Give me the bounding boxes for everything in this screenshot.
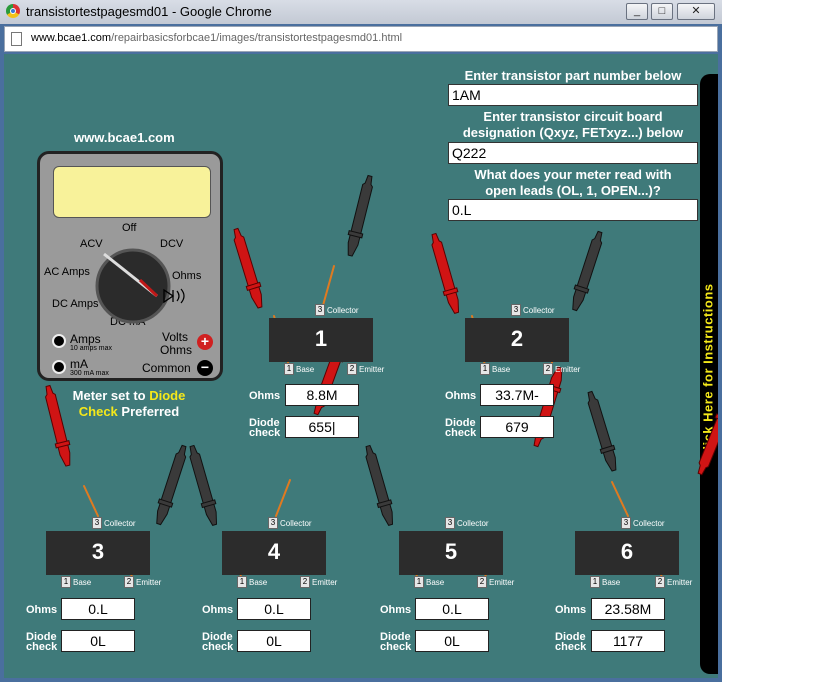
t6-base-pin[interactable]: 1 [590, 576, 600, 588]
t1-diode-value[interactable]: 655| [285, 416, 359, 438]
t1-base-pin[interactable]: 1 [284, 363, 294, 375]
t4-base-pin[interactable]: 1 [237, 576, 247, 588]
maximize-button[interactable]: □ [651, 3, 673, 20]
transistor-1: 1 [269, 318, 373, 362]
t1-base-label: Base [296, 365, 315, 374]
t2-base-label: Base [492, 365, 511, 374]
transistor-5: 5 [399, 531, 503, 575]
title-bar: transistortestpagesmd01 - Google Chrome … [0, 0, 722, 24]
t4-diode-label: Diode check [202, 631, 234, 653]
t3-collector-label: Collector [104, 519, 136, 528]
t2-diode-value[interactable]: 679 [480, 416, 554, 438]
t5-diode-label: Diode check [380, 631, 412, 653]
t5-ohms-value[interactable]: 0.L [415, 598, 489, 620]
t5-collector-pin[interactable]: 3 [445, 517, 455, 529]
close-button[interactable]: ✕ [677, 3, 715, 20]
page-content: Click Here for Instructions Enter transi… [4, 54, 718, 678]
t2-base-pin[interactable]: 1 [480, 363, 490, 375]
t2-diode-label: Diode check [445, 417, 477, 439]
t5-collector-label: Collector [457, 519, 489, 528]
t4-base-label: Base [249, 578, 268, 587]
t6-collector-label: Collector [633, 519, 665, 528]
t1-collector-label: Collector [327, 306, 359, 315]
t4-collector-label: Collector [280, 519, 312, 528]
t6-diode-label: Diode check [555, 631, 587, 653]
t6-diode-value[interactable]: 1177 [591, 630, 665, 652]
t4-emitter-pin[interactable]: 2 [300, 576, 310, 588]
t3-emitter-label: Emitter [136, 578, 162, 587]
minimize-button[interactable]: _ [626, 3, 648, 20]
transistor-2: 2 [465, 318, 569, 362]
t3-emitter-pin[interactable]: 2 [124, 576, 134, 588]
t4-ohms-label: Ohms [202, 604, 234, 616]
t4-collector-pin[interactable]: 3 [268, 517, 278, 529]
t5-base-label: Base [426, 578, 445, 587]
address-bar[interactable]: www.bcae1.com/repairbasicsforbcae1/image… [4, 26, 718, 52]
t6-ohms-value[interactable]: 23.58M [591, 598, 665, 620]
t6-emitter-label: Emitter [667, 578, 693, 587]
t1-diode-label: Diode check [249, 417, 281, 439]
page-icon [11, 32, 22, 46]
t5-emitter-label: Emitter [489, 578, 515, 587]
t4-diode-value[interactable]: 0L [237, 630, 311, 652]
t3-base-pin[interactable]: 1 [61, 576, 71, 588]
transistor-6: 6 [575, 531, 679, 575]
t3-ohms-label: Ohms [26, 604, 58, 616]
t2-ohms-label: Ohms [445, 390, 477, 402]
t3-diode-label: Diode check [26, 631, 58, 653]
t1-collector-pin[interactable]: 3 [315, 304, 325, 316]
t1-ohms-value[interactable]: 8.8M [285, 384, 359, 406]
t2-collector-pin[interactable]: 3 [511, 304, 521, 316]
transistor-4: 4 [222, 531, 326, 575]
t5-ohms-label: Ohms [380, 604, 412, 616]
t3-base-label: Base [73, 578, 92, 587]
browser-window: transistortestpagesmd01 - Google Chrome … [0, 0, 722, 682]
chrome-logo-icon [6, 4, 20, 18]
t5-emitter-pin[interactable]: 2 [477, 576, 487, 588]
t3-diode-value[interactable]: 0L [61, 630, 135, 652]
t2-ohms-value[interactable]: 33.7M- [480, 384, 554, 406]
url-text[interactable]: www.bcae1.com/repairbasicsforbcae1/image… [31, 32, 402, 44]
t6-base-label: Base [602, 578, 621, 587]
t4-ohms-value[interactable]: 0.L [237, 598, 311, 620]
transistor-3: 3 [46, 531, 150, 575]
t6-emitter-pin[interactable]: 2 [655, 576, 665, 588]
t5-base-pin[interactable]: 1 [414, 576, 424, 588]
t5-diode-value[interactable]: 0L [415, 630, 489, 652]
t3-collector-pin[interactable]: 3 [92, 517, 102, 529]
t1-emitter-pin[interactable]: 2 [347, 363, 357, 375]
t4-emitter-label: Emitter [312, 578, 338, 587]
t2-emitter-label: Emitter [555, 365, 581, 374]
t3-ohms-value[interactable]: 0.L [61, 598, 135, 620]
t2-emitter-pin[interactable]: 2 [543, 363, 553, 375]
window-title: transistortestpagesmd01 - Google Chrome [26, 4, 272, 19]
t6-collector-pin[interactable]: 3 [621, 517, 631, 529]
t2-collector-label: Collector [523, 306, 555, 315]
t1-emitter-label: Emitter [359, 365, 385, 374]
t1-ohms-label: Ohms [249, 390, 281, 402]
t6-ohms-label: Ohms [555, 604, 587, 616]
